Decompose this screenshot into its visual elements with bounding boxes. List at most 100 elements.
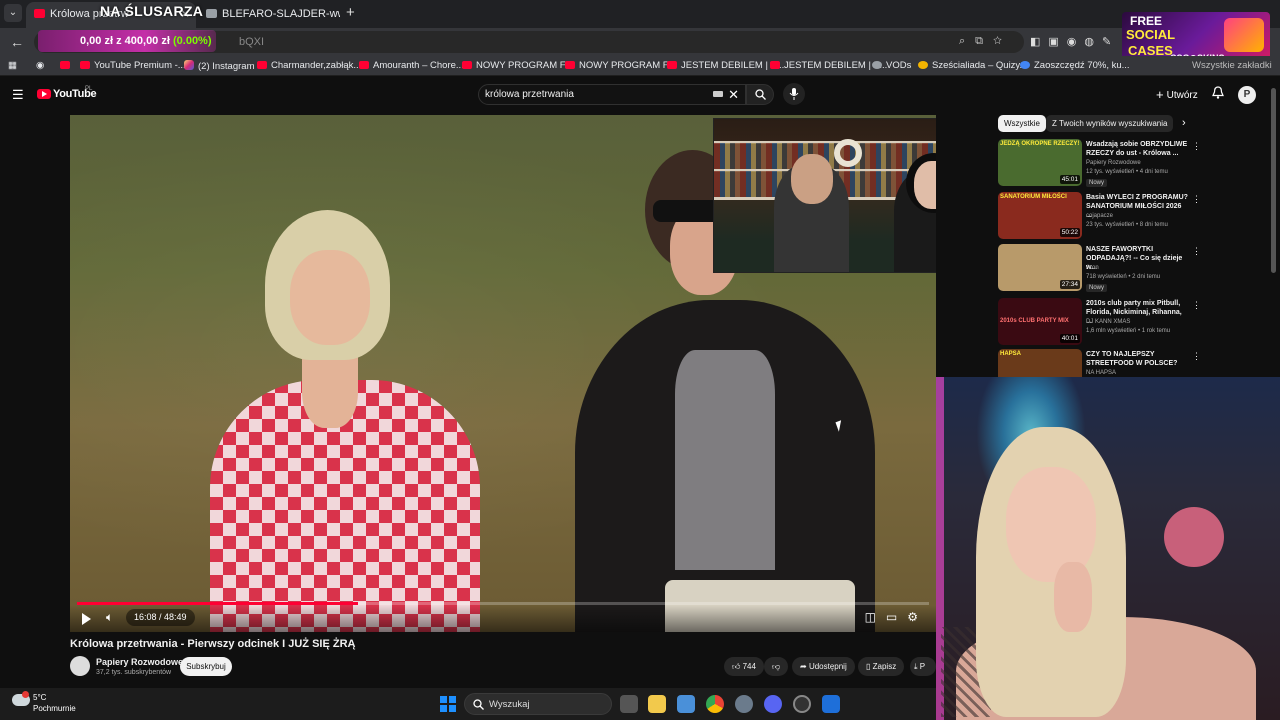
tab-blefaro[interactable]: BLEFARO-SLAJDER-www-c025s [198,2,340,28]
more-options-icon[interactable]: ⋮ [1192,141,1201,152]
recommendation-channel[interactable]: Aron [1086,265,1099,271]
bookmark-youtube-premium[interactable]: YouTube Premium -... [80,60,186,71]
video-thumbnail[interactable]: 27:34 [998,244,1082,291]
bookmark-icon[interactable]: ◉ [36,60,44,71]
webcam-person-man [774,154,849,272]
bookmark-jestem-debilem-1[interactable]: JESTEM DEBILEM | Z... [667,60,784,71]
video-person-left [190,210,480,632]
subscribe-button[interactable]: Subskrybuj [180,657,232,676]
donation-goal: 400,00 zł [124,35,170,47]
recommendation-title[interactable]: NASZE FAWORYTKI ODPADAJĄ?! -- Co się dzi… [1086,245,1188,272]
chevron-right-icon[interactable]: › [1182,117,1186,129]
more-options-icon[interactable]: ⋮ [1192,194,1201,205]
temperature[interactable]: 5°C [33,693,46,702]
play-icon[interactable] [82,613,91,625]
weather-condition[interactable]: Pochmurnie [33,704,76,713]
apps-grid-icon[interactable]: ▦ [8,60,17,71]
video-thumbnail[interactable]: JEDZĄ OKROPNE RZECZY! 45:01 [998,139,1082,186]
download-label: P [919,662,926,671]
share-button[interactable]: ➦ Udostępnij [792,657,855,676]
download-button[interactable]: ⤓ P [910,657,936,676]
player-settings-icons[interactable]: ◫▭⚙ [865,610,928,624]
task-view-icon[interactable] [620,695,638,713]
bookmark-jestem-debilem-2[interactable]: JESTEM DEBILEM | Z... [770,60,887,71]
video-thumbnail[interactable]: 2010s CLUB PARTY MIX 40:01 [998,298,1082,345]
store-icon[interactable] [677,695,695,713]
bookmarks-bar: ▦ ◉ YouTube Premium -... (2) Instagram C… [0,56,1280,76]
recommendation-meta: 12 tys. wyświetleń • 4 dni temu [1086,169,1168,175]
bookmark-vods[interactable]: VODs [872,60,911,71]
save-label: Zapisz [872,662,897,671]
like-button[interactable]: 👍︎ 744 [724,657,764,676]
taskbar-search-label: Wyszukaj [489,699,530,710]
instagram-icon [184,60,194,70]
chrome-icon[interactable] [706,695,724,713]
video-thumbnail[interactable]: HAPSA [998,349,1082,377]
youtube-logo-icon[interactable] [37,89,51,99]
settings-gear-icon[interactable] [735,695,753,713]
save-button[interactable]: ▯ Zapisz [858,657,905,676]
channel-name[interactable]: Papiery Rozwodowe [96,657,183,667]
recommendation-item[interactable]: 27:34 NASZE FAWORYTKI ODPADAJĄ?! -- Co s… [998,244,1201,294]
microphone-icon [789,88,799,100]
recommendation-item[interactable]: SANATORIUM MIŁOŚCI 50:22 Basia WYLECI Z … [998,192,1201,242]
bookmark-instagram[interactable]: (2) Instagram [184,60,255,72]
recommendation-item[interactable]: HAPSA CZY TO NAJLEPSZY STREETFOOD W POLS… [998,349,1198,377]
more-options-icon[interactable]: ⋮ [1192,351,1198,362]
all-bookmarks[interactable]: Wszystkie zakładki [1192,60,1272,71]
recommendation-title[interactable]: CZY TO NAJLEPSZY STREETFOOD W POLSCE? [1086,350,1188,368]
discord-icon[interactable] [764,695,782,713]
player-controls: 🔈︎ 16:08 / 48:49 ◫▭⚙ [70,605,936,632]
keyboard-icon[interactable] [713,91,723,97]
bookmark-amouranth[interactable]: Amouranth – Chore... [359,60,464,71]
recommendation-channel[interactable]: NA HAPSA [1086,370,1116,376]
bookmark-zaoszczedz[interactable]: Zaoszczędź 70%, ku... [1020,60,1130,71]
new-tab-plus-icon[interactable]: + [346,4,355,21]
more-options-icon[interactable]: ⋮ [1192,300,1201,311]
video-thumbnail[interactable]: SANATORIUM MIŁOŚCI 50:22 [998,192,1082,239]
app-window-icon[interactable] [822,695,840,713]
video-player[interactable]: 🔈︎ 16:08 / 48:49 ◫▭⚙ [70,115,936,632]
more-options-icon[interactable]: ⋮ [1192,246,1201,257]
recommendation-channel[interactable]: Papiery Rozwodowe [1086,160,1141,166]
recommendation-title[interactable]: Wsadzają sobie OBRZYDLIWE RZECZY do ust … [1086,140,1188,158]
search-input[interactable]: królowa przetrwania ✕ [478,84,746,105]
donation-percent: (0.00%) [172,35,212,47]
bookmark-charmander[interactable]: Charmander,zabłąk... [257,60,361,71]
recommendation-channel[interactable]: cojapacze [1086,213,1113,219]
bookmark-nowy-program-2[interactable]: NOWY PROGRAM F... [565,60,675,71]
youtube-favicon-icon [565,61,575,69]
thumbs-down-icon: 👎︎ [772,662,781,671]
obs-icon[interactable] [793,695,811,713]
recommendation-item[interactable]: JEDZĄ OKROPNE RZECZY! 45:01 Wsadzają sob… [998,139,1201,189]
chip-all[interactable]: Wszystkie [998,115,1046,132]
bookmark-szescialiada[interactable]: Sześcialiada – Quizy... [918,60,1027,71]
search-button[interactable] [746,84,774,105]
page-scrollbar[interactable] [1271,88,1276,273]
create-label: Utwórz [1166,90,1198,101]
video-duration: 45:01 [1059,175,1080,184]
recommendation-channel[interactable]: DJ KANN XMAS [1086,319,1130,325]
account-avatar[interactable]: P [1238,86,1256,104]
bookmark-nowy-program-1[interactable]: NOWY PROGRAM F... [462,60,572,71]
youtube-favicon-icon [34,9,45,18]
extensions-icon[interactable]: ◧▣◉◍✎ [1030,35,1119,48]
dislike-button[interactable]: 👎︎ [764,657,789,676]
recommendation-meta: 1,6 mln wyświetleń • 1 rok temu [1086,328,1171,334]
youtube-favicon-icon[interactable] [60,60,74,71]
file-explorer-icon[interactable] [648,695,666,713]
back-arrow-icon[interactable]: ← [10,34,24,50]
windows-start-icon[interactable] [440,696,456,712]
channel-avatar[interactable] [70,656,90,676]
clear-search-icon[interactable]: ✕ [728,87,739,103]
volume-icon[interactable]: 🔈︎ [106,610,113,625]
voice-search-button[interactable] [783,83,805,105]
recommendation-item[interactable]: 2010s CLUB PARTY MIX 40:01 2010s club pa… [998,298,1201,348]
notifications-bell-icon[interactable] [1212,86,1224,104]
menu-hamburger-icon[interactable]: ☰ [12,87,24,103]
chip-from-search[interactable]: Z Twoich wyników wyszukiwania [1046,115,1174,132]
taskbar-search[interactable]: Wyszukaj [464,693,612,715]
tab-search-menu[interactable]: ⌄ [4,4,22,22]
omnibox-actions-icon[interactable]: ⌕⧉☆ [959,35,1012,48]
create-button[interactable]: + Utwórz [1156,87,1198,102]
